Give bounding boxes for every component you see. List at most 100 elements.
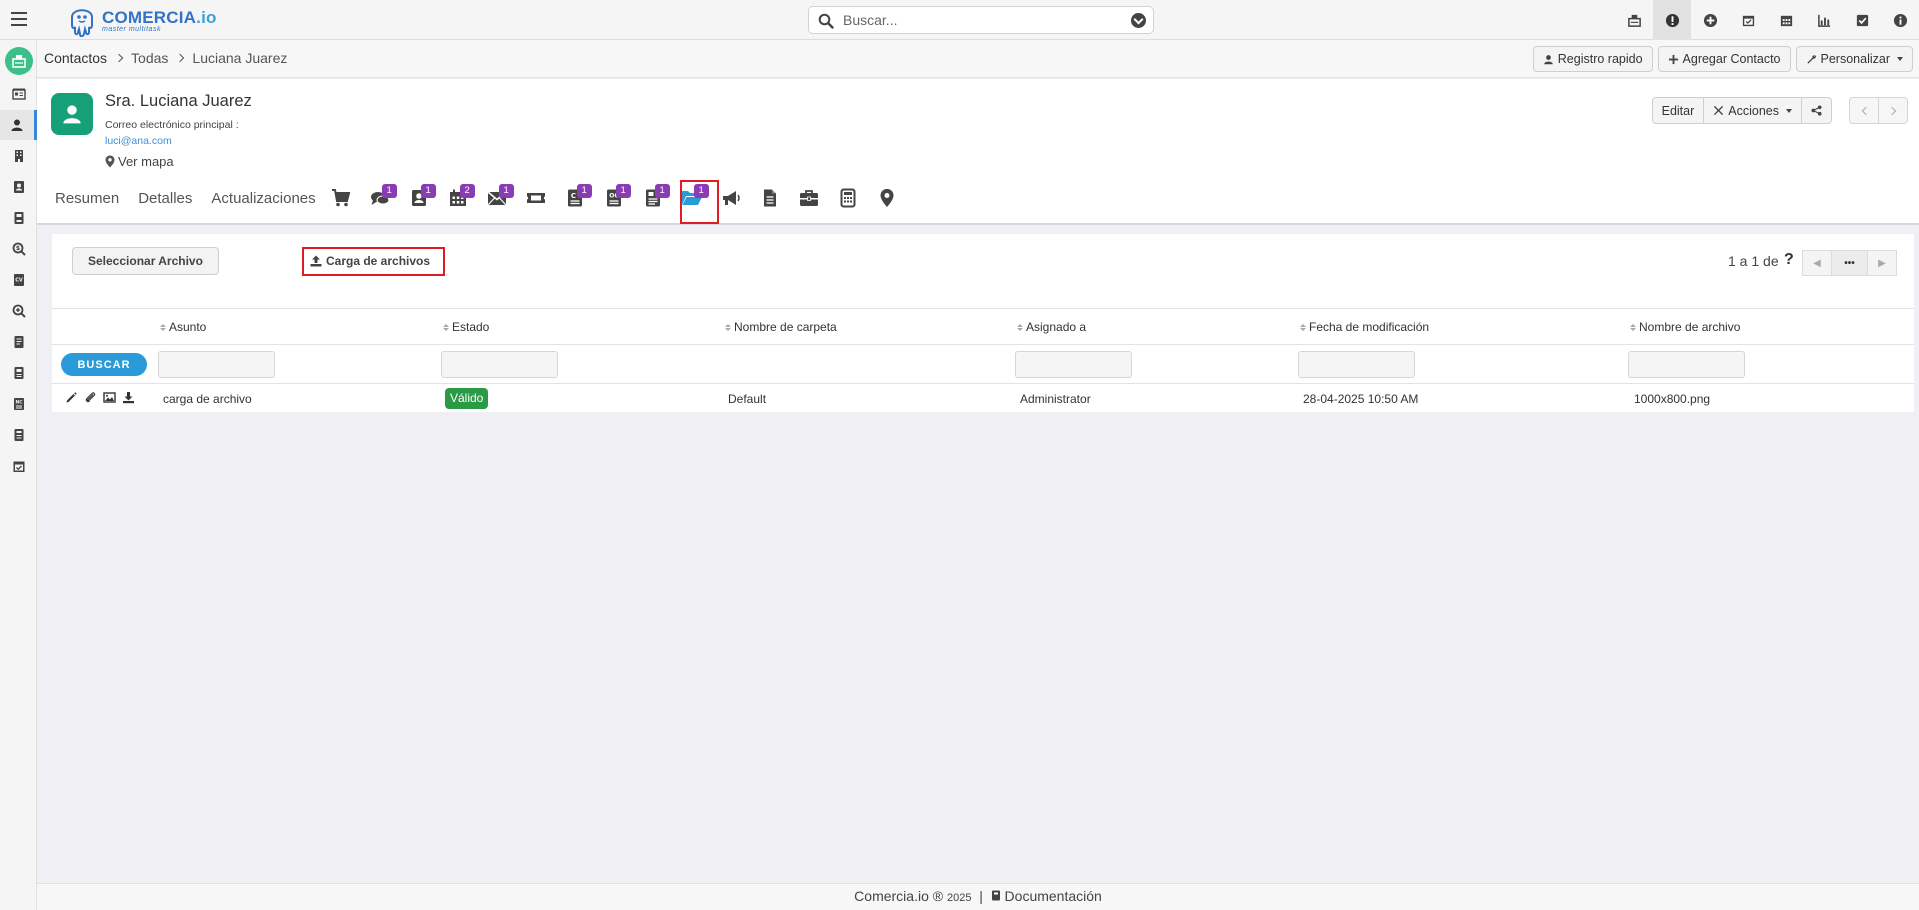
desk-icon[interactable] [1615, 0, 1653, 40]
column-header-modified[interactable]: Fecha de modificación [1300, 320, 1429, 334]
sidebar-item-user-icon[interactable] [0, 110, 37, 140]
tab-projects[interactable] [790, 183, 829, 213]
actions-button[interactable]: Acciones [1703, 97, 1802, 124]
info-icon[interactable] [1881, 0, 1919, 40]
quick-register-label: Registro rapido [1557, 52, 1643, 66]
sort-icon [1630, 324, 1636, 331]
image-icon[interactable] [103, 391, 116, 404]
cell-modified: 28-04-2025 10:50 AM [1303, 392, 1419, 406]
tab-quotes[interactable]: C1 [556, 183, 595, 213]
search-button[interactable]: BUSCAR [61, 353, 147, 376]
column-header-filename[interactable]: Nombre de archivo [1630, 320, 1740, 334]
tab-comments[interactable]: 1 [361, 183, 400, 213]
search-input[interactable] [843, 10, 1123, 30]
sidebar-item-search-dollar-icon[interactable]: $ [0, 234, 37, 264]
add-contact-label: Agregar Contacto [1682, 52, 1781, 66]
checkbox-icon[interactable] [1843, 0, 1881, 40]
sidebar-item-ledger-icon[interactable] [0, 327, 37, 357]
next-record-button[interactable] [1878, 97, 1908, 124]
tab-badge: 2 [459, 184, 475, 198]
tab-location[interactable] [868, 183, 907, 213]
column-header-subject[interactable]: Asunto [160, 320, 206, 334]
sidebar-item-calendar-check-icon[interactable] [0, 451, 37, 481]
column-header-folder[interactable]: Nombre de carpeta [725, 320, 837, 334]
calculator-icon [840, 188, 856, 208]
tab-tickets[interactable] [517, 183, 556, 213]
tab-cart[interactable] [322, 183, 361, 213]
svg-text:CV: CV [15, 278, 23, 284]
sidebar-item-ledger2-icon[interactable] [0, 358, 37, 388]
alert-icon[interactable] [1653, 0, 1691, 40]
chart-icon[interactable] [1805, 0, 1843, 40]
sidebar-item-book-icon[interactable] [0, 203, 37, 233]
sidebar-item-nc-icon[interactable]: NC [0, 389, 37, 419]
tab-badge: 1 [498, 184, 514, 198]
cell-filename[interactable]: 1000x800.png [1634, 392, 1710, 406]
breadcrumb-contacts[interactable]: Contactos [44, 50, 107, 66]
cell-subject[interactable]: carga de archivo [163, 392, 252, 406]
edit-button[interactable]: Editar [1651, 97, 1705, 124]
share-button[interactable] [1801, 97, 1832, 124]
tab-badge: 1 [615, 184, 631, 198]
edit-label: Editar [1661, 103, 1695, 118]
filter-filename-input[interactable] [1628, 351, 1745, 378]
sidebar-item-cv-icon[interactable]: CV [0, 265, 37, 295]
documentation-link[interactable]: Documentación [1005, 888, 1102, 904]
tab-emails[interactable]: 1 [478, 183, 517, 213]
filter-status-input[interactable] [441, 351, 558, 378]
map-marker-icon [105, 155, 115, 168]
select-file-button[interactable]: Seleccionar Archivo [72, 247, 219, 275]
tab-files[interactable] [751, 183, 790, 213]
filter-subject-input[interactable] [158, 351, 275, 378]
logo[interactable]: COMERCIA.io master multitask [68, 3, 218, 37]
sidebar-item-search-icon[interactable] [0, 296, 37, 326]
breadcrumb-separator-icon [114, 53, 124, 63]
next-page-button[interactable]: ▶ [1867, 250, 1897, 276]
record-tabs: Resumen Detalles Actualizaciones 1 1 2 1… [55, 183, 907, 213]
tab-calendar[interactable]: 2 [439, 183, 478, 213]
tab-orders[interactable]: OC 1 [595, 183, 634, 213]
plus-circle-icon[interactable] [1691, 0, 1729, 40]
search-options-chevron-icon[interactable] [1131, 13, 1146, 28]
column-header-status[interactable]: Estado [443, 320, 489, 334]
top-toolbar [1615, 0, 1919, 40]
breadcrumb-all[interactable]: Todas [131, 50, 168, 66]
caret-down-icon [1786, 108, 1792, 113]
tab-details[interactable]: Detalles [138, 190, 192, 207]
quick-register-button[interactable]: Registro rapido [1532, 46, 1653, 72]
breadcrumb-separator-icon [176, 53, 185, 63]
sidebar-item-ledger3-icon[interactable] [0, 420, 37, 450]
tab-updates[interactable]: Actualizaciones [211, 190, 315, 207]
column-header-assigned[interactable]: Asignado a [1017, 320, 1086, 334]
paperclip-icon[interactable] [84, 391, 97, 404]
desk-home-icon[interactable] [5, 47, 33, 75]
filter-assigned-input[interactable] [1015, 351, 1132, 378]
tab-summary[interactable]: Resumen [55, 190, 119, 207]
caret-down-icon [1897, 57, 1903, 61]
download-icon[interactable] [122, 391, 135, 404]
footer-separator: | [979, 888, 983, 904]
email-link[interactable]: luci@ana.com [105, 135, 172, 147]
share-icon [1811, 105, 1822, 116]
global-search [808, 6, 1154, 34]
cell-assigned: Administrator [1020, 392, 1091, 406]
pencil-icon[interactable] [65, 391, 78, 404]
page-options-button[interactable]: ••• [1831, 250, 1868, 276]
customize-button[interactable]: Personalizar [1795, 46, 1913, 72]
tab-calculator[interactable] [829, 183, 868, 213]
calendar-check-icon[interactable] [1729, 0, 1767, 40]
tab-contacts[interactable]: 1 [400, 183, 439, 213]
previous-record-button[interactable] [1849, 97, 1879, 124]
calendar-icon[interactable] [1767, 0, 1805, 40]
sidebar-item-id-card-icon[interactable] [0, 79, 37, 109]
sidebar-item-contact-book-icon[interactable] [0, 172, 37, 202]
view-map-link[interactable]: Ver mapa [105, 154, 174, 169]
question-icon[interactable]: ? [1784, 251, 1794, 269]
menu-icon[interactable] [8, 8, 30, 30]
tab-invoices[interactable]: 1 [634, 183, 673, 213]
table-header: Asunto Estado Nombre de carpeta Asignado… [52, 308, 1914, 345]
sidebar-item-building-icon[interactable] [0, 141, 37, 171]
filter-modified-input[interactable] [1298, 351, 1415, 378]
prev-page-button[interactable]: ◀ [1802, 250, 1832, 276]
add-contact-button[interactable]: Agregar Contacto [1657, 46, 1791, 72]
